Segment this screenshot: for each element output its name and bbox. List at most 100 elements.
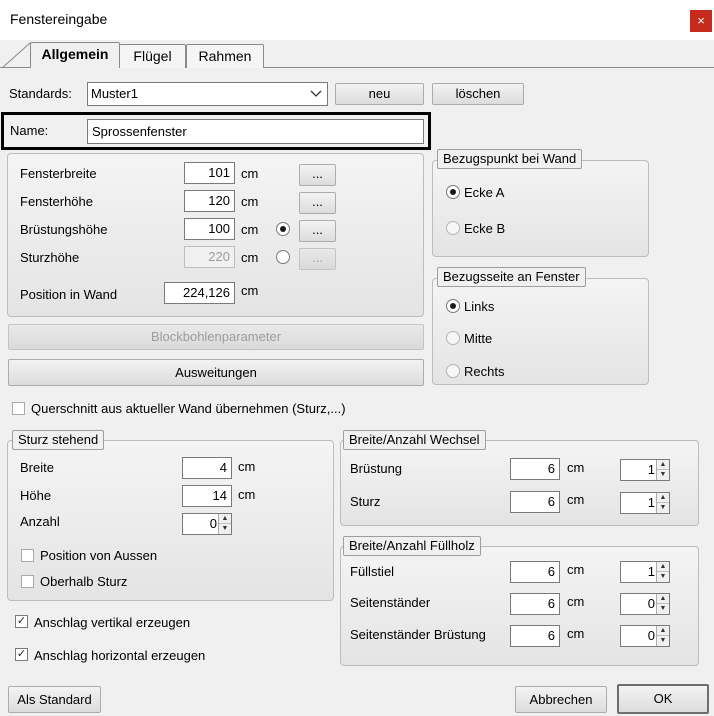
bruestungshoehe-radio[interactable] [276, 222, 290, 236]
chevron-down-icon [310, 90, 322, 97]
tab-fluegel[interactable]: Flügel [119, 44, 186, 68]
rechts-radio[interactable] [446, 364, 460, 378]
oberhalb-sturz-checkbox[interactable] [21, 575, 34, 588]
fensterbreite-dots-button[interactable]: ... [299, 164, 336, 186]
fuellstiel-count: 1 [647, 564, 655, 579]
cancel-button[interactable]: Abbrechen [515, 686, 607, 713]
arrow-down-icon[interactable]: ▼ [219, 524, 231, 534]
seitenstaender-bruestung-unit: cm [567, 626, 585, 641]
fensterbreite-label: Fensterbreite [20, 166, 97, 181]
arrow-down-icon[interactable]: ▼ [657, 470, 669, 480]
sturz-anzahl-spinner[interactable]: 0 ▲ ▼ [182, 513, 232, 535]
position-in-wand-input[interactable]: 224,126 [164, 282, 235, 304]
anschlag-vertikal-checkbox[interactable]: ✓ [15, 615, 28, 628]
fensterhoehe-unit: cm [241, 194, 259, 209]
ecke-a-label[interactable]: Ecke A [464, 185, 504, 200]
sturzhoehe-dots-button: ... [299, 248, 336, 270]
seitenstaender-input[interactable]: 6 [510, 593, 560, 615]
fuellstiel-input[interactable]: 6 [510, 561, 560, 583]
rechts-label[interactable]: Rechts [464, 364, 504, 379]
ok-button[interactable]: OK [617, 684, 709, 714]
fensterbreite-unit: cm [241, 166, 259, 181]
check-icon: ✓ [16, 648, 27, 660]
window-title: Fenstereingabe [10, 11, 108, 27]
arrow-down-icon[interactable]: ▼ [657, 604, 669, 614]
bruestungshoehe-input[interactable]: 100 [184, 218, 235, 240]
sturz-breite-unit: cm [238, 459, 256, 474]
als-standard-button[interactable]: Als Standard [8, 686, 101, 713]
wechsel-sturz-input[interactable]: 6 [510, 491, 560, 513]
ecke-b-label[interactable]: Ecke B [464, 221, 505, 236]
mitte-radio[interactable] [446, 331, 460, 345]
wechsel-sturz-spinner[interactable]: 1 ▲ ▼ [620, 492, 670, 514]
anschlag-horizontal-label[interactable]: Anschlag horizontal erzeugen [34, 648, 205, 663]
arrow-up-icon[interactable]: ▲ [219, 514, 231, 524]
sturz-anzahl-value: 0 [209, 516, 217, 531]
spinner-arrows: ▲ ▼ [218, 514, 231, 534]
anschlag-horizontal-checkbox[interactable]: ✓ [15, 648, 28, 661]
fensterhoehe-input[interactable]: 120 [184, 190, 235, 212]
arrow-up-icon[interactable]: ▲ [657, 493, 669, 503]
arrow-down-icon[interactable]: ▼ [657, 503, 669, 513]
fuellstiel-unit: cm [567, 562, 585, 577]
wechsel-sturz-unit: cm [567, 492, 585, 507]
arrow-up-icon[interactable]: ▲ [657, 562, 669, 572]
ecke-b-radio[interactable] [446, 221, 460, 235]
tab-allgemein[interactable]: Allgemein [30, 42, 120, 68]
seitenstaender-bruestung-spinner[interactable]: 0 ▲ ▼ [620, 625, 670, 647]
sturz-hoehe-input[interactable]: 14 [182, 485, 232, 507]
delete-standard-button[interactable]: löschen [432, 83, 524, 105]
position-von-aussen-checkbox[interactable] [21, 549, 34, 562]
position-von-aussen-label[interactable]: Position von Aussen [40, 548, 157, 563]
bezugspunkt-group [432, 160, 649, 257]
arrow-up-icon[interactable]: ▲ [657, 460, 669, 470]
querschnitt-label[interactable]: Querschnitt aus aktueller Wand übernehme… [31, 401, 346, 416]
sturzhoehe-unit: cm [241, 250, 259, 265]
oberhalb-sturz-label[interactable]: Oberhalb Sturz [40, 574, 127, 589]
bezugspunkt-legend: Bezugspunkt bei Wand [437, 149, 583, 169]
position-in-wand-unit: cm [241, 283, 259, 298]
fuellstiel-spinner[interactable]: 1 ▲ ▼ [620, 561, 670, 583]
links-label[interactable]: Links [464, 299, 494, 314]
close-button[interactable]: × [690, 10, 712, 32]
spinner-arrows: ▲ ▼ [656, 493, 669, 513]
fensterbreite-input[interactable]: 101 [184, 162, 235, 184]
fuellholz-legend: Breite/Anzahl Füllholz [343, 536, 481, 556]
arrow-up-icon[interactable]: ▲ [657, 626, 669, 636]
sturz-breite-input[interactable]: 4 [182, 457, 232, 479]
standards-select[interactable]: Muster1 [87, 82, 328, 106]
seitenstaender-bruestung-input[interactable]: 6 [510, 625, 560, 647]
wechsel-bruestung-input[interactable]: 6 [510, 458, 560, 480]
ausweitungen-button[interactable]: Ausweitungen [8, 359, 424, 386]
tab-rahmen[interactable]: Rahmen [186, 44, 264, 68]
mitte-label[interactable]: Mitte [464, 331, 492, 346]
spinner-arrows: ▲ ▼ [656, 594, 669, 614]
querschnitt-checkbox[interactable] [12, 402, 25, 415]
fensterhoehe-dots-button[interactable]: ... [299, 192, 336, 214]
sturz-hoehe-unit: cm [238, 487, 256, 502]
wechsel-sturz-label: Sturz [350, 494, 381, 509]
ecke-a-radio[interactable] [446, 185, 460, 199]
spinner-arrows: ▲ ▼ [656, 626, 669, 646]
fuellstiel-label: Füllstiel [350, 564, 395, 579]
anschlag-vertikal-label[interactable]: Anschlag vertikal erzeugen [34, 615, 190, 630]
new-standard-button[interactable]: neu [335, 83, 424, 105]
standards-label: Standards: [9, 86, 72, 101]
check-icon: ✓ [16, 615, 27, 627]
arrow-down-icon[interactable]: ▼ [657, 572, 669, 582]
seitenstaender-bruestung-count: 0 [647, 628, 655, 643]
sturzhoehe-radio[interactable] [276, 250, 290, 264]
arrow-down-icon[interactable]: ▼ [657, 636, 669, 646]
bruestungshoehe-label: Brüstungshöhe [20, 222, 108, 237]
sturz-hoehe-label: Höhe [20, 488, 52, 503]
bezugsseite-legend: Bezugsseite an Fenster [437, 267, 586, 287]
seitenstaender-spinner[interactable]: 0 ▲ ▼ [620, 593, 670, 615]
sturzhoehe-input: 220 [184, 246, 235, 268]
name-input[interactable]: Sprossenfenster [87, 119, 424, 144]
wechsel-bruestung-spinner[interactable]: 1 ▲ ▼ [620, 459, 670, 481]
arrow-up-icon[interactable]: ▲ [657, 594, 669, 604]
bruestungshoehe-dots-button[interactable]: ... [299, 220, 336, 242]
wechsel-sturz-count: 1 [647, 495, 655, 510]
links-radio[interactable] [446, 299, 460, 313]
blockbohlenparameter-button: Blockbohlenparameter [8, 324, 424, 350]
